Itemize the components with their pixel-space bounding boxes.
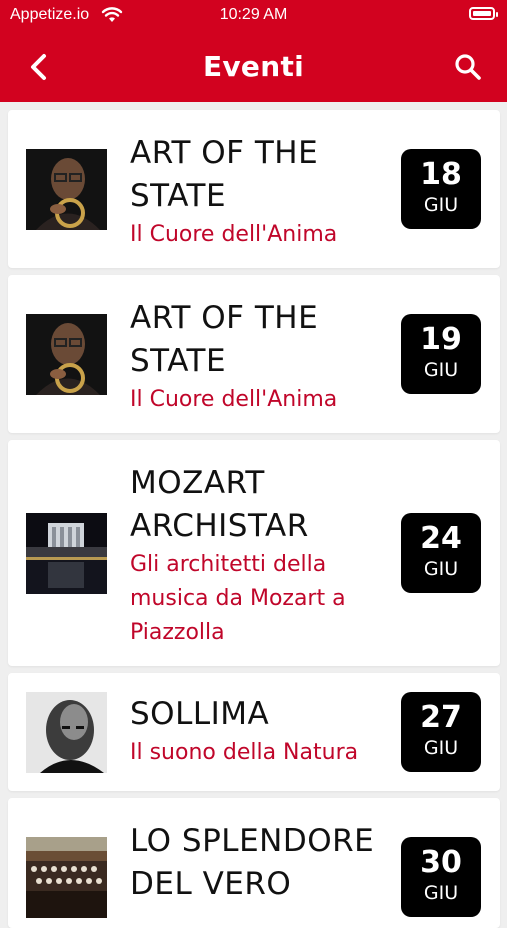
man-with-trumpet-image — [26, 314, 107, 395]
date-badge: 30 GIU — [401, 837, 481, 917]
date-month: GIU — [423, 359, 459, 381]
event-card[interactable]: SOLLIMA Il suono della Natura 27 GIU — [8, 673, 500, 791]
date-badge: 18 GIU — [401, 149, 481, 229]
event-subtitle: Il Cuore dell'Anima — [130, 222, 338, 247]
status-time: 10:29 AM — [219, 6, 288, 23]
date-day: 24 — [420, 521, 462, 556]
event-info: MOZART ARCHISTAR Gli architetti della mu… — [130, 462, 390, 650]
date-day: 30 — [420, 845, 462, 880]
event-thumbnail — [26, 314, 107, 395]
orchestra-choir-image — [26, 837, 107, 918]
event-title: ARCHISTAR — [130, 508, 309, 544]
date-day: 19 — [420, 322, 462, 357]
page-title: Eventi — [202, 50, 305, 83]
event-subtitle: Il Cuore dell'Anima — [130, 387, 338, 412]
event-info: LO SPLENDORE DEL VERO — [130, 820, 390, 906]
building-at-night-image — [26, 513, 107, 594]
event-title: SOLLIMA — [130, 696, 270, 732]
date-month: GIU — [423, 194, 459, 216]
bald-man-portrait-image — [26, 692, 107, 773]
status-bar: Appetize.io 10:29 AM — [0, 0, 507, 34]
event-subtitle: Il suono della Natura — [130, 740, 359, 765]
event-thumbnail — [26, 149, 107, 230]
event-thumbnail — [26, 513, 107, 594]
event-card[interactable]: MOZART ARCHISTAR Gli architetti della mu… — [8, 440, 500, 666]
nav-bar: Eventi — [0, 34, 507, 102]
event-thumbnail — [26, 692, 107, 773]
event-title: STATE — [130, 178, 227, 214]
event-thumbnail — [26, 837, 107, 918]
date-month: GIU — [423, 558, 459, 580]
date-day: 27 — [420, 700, 462, 735]
date-badge: 19 GIU — [401, 314, 481, 394]
event-subtitle: Gli architetti della — [130, 552, 327, 577]
search-icon[interactable] — [453, 52, 483, 82]
event-title: ART OF THE — [130, 135, 319, 171]
date-month: GIU — [423, 882, 459, 904]
date-month: GIU — [423, 737, 459, 759]
event-title: MOZART — [130, 465, 265, 501]
event-info: ART OF THE STATE Il Cuore dell'Anima — [130, 297, 390, 417]
event-subtitle: musica da Mozart a — [130, 586, 346, 611]
event-title: LO SPLENDORE — [130, 823, 375, 859]
event-subtitle: Piazzolla — [130, 620, 225, 645]
event-card[interactable]: ART OF THE STATE Il Cuore dell'Anima 18 … — [8, 110, 500, 268]
date-badge: 27 GIU — [401, 692, 481, 772]
event-card[interactable]: ART OF THE STATE Il Cuore dell'Anima 19 … — [8, 275, 500, 433]
man-with-trumpet-image — [26, 149, 107, 230]
date-badge: 24 GIU — [401, 513, 481, 593]
battery-icon — [469, 7, 498, 20]
event-title: STATE — [130, 343, 227, 379]
event-title: ART OF THE — [130, 300, 319, 336]
event-info: ART OF THE STATE Il Cuore dell'Anima — [130, 132, 390, 252]
event-card[interactable]: LO SPLENDORE DEL VERO 30 GIU — [8, 798, 500, 928]
event-info: SOLLIMA Il suono della Natura — [130, 693, 390, 770]
date-day: 18 — [420, 157, 462, 192]
